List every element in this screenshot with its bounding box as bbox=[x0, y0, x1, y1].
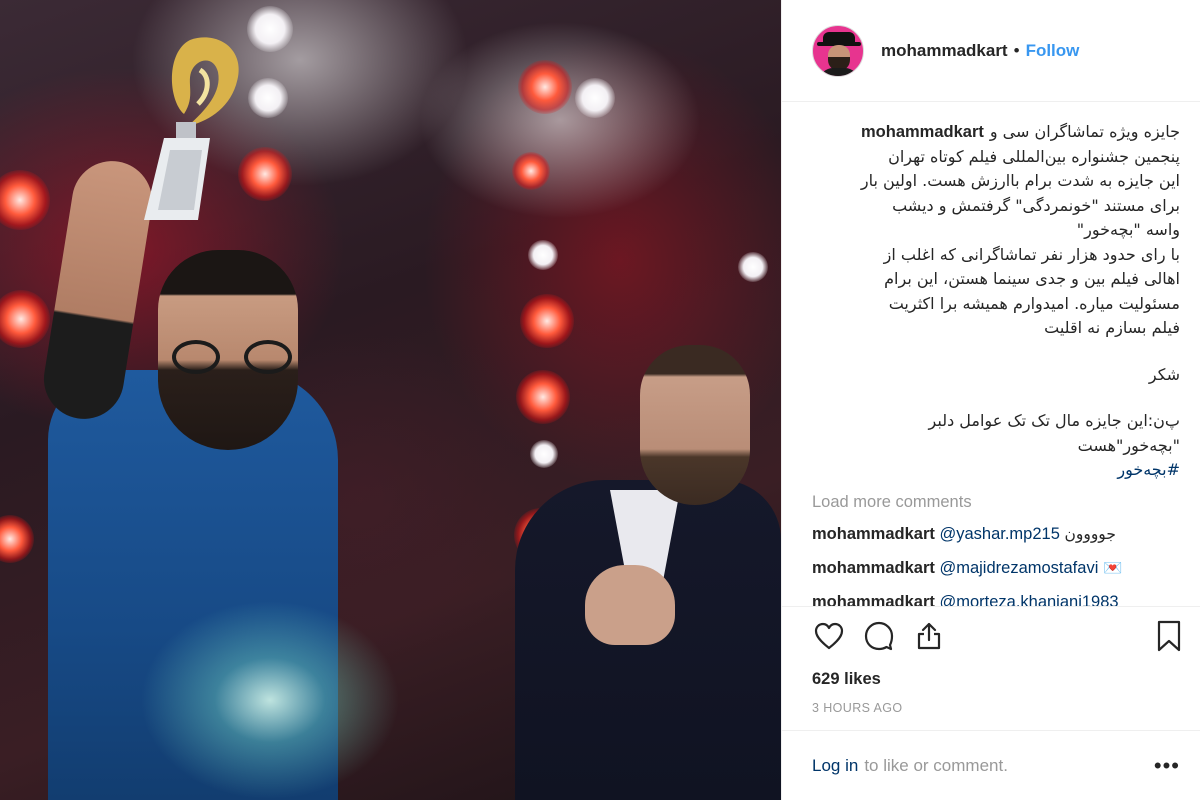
caption-line: این جایزه به شدت برام باارزش هست. اولین … bbox=[860, 171, 1180, 190]
caption-line: مسئولیت میاره. امیدوارم همیشه برا اکثریت bbox=[888, 293, 1180, 313]
stage-light bbox=[738, 252, 768, 282]
caption-hashtag[interactable]: #بچه‌خور bbox=[812, 458, 1180, 483]
follow-button[interactable]: Follow bbox=[1026, 41, 1080, 61]
stage-light bbox=[516, 370, 570, 424]
post-photo[interactable] bbox=[0, 0, 781, 800]
login-bar: Log in to like or comment. ••• bbox=[782, 730, 1200, 800]
caption-line: جایزه ویژه تماشاگران سی و bbox=[989, 122, 1180, 141]
like-button[interactable] bbox=[812, 619, 846, 653]
bookmark-icon bbox=[1157, 620, 1181, 651]
stage-light bbox=[248, 78, 288, 118]
avatar[interactable] bbox=[812, 24, 864, 77]
caption-first-line: mohammadkart جایزه ویژه تماشاگران سی و bbox=[812, 120, 1180, 145]
share-button[interactable] bbox=[912, 619, 946, 653]
stage-light bbox=[530, 440, 558, 468]
stage-light bbox=[528, 240, 558, 270]
stage-light bbox=[518, 60, 572, 114]
lens-flare bbox=[140, 600, 400, 800]
stage-light bbox=[512, 152, 550, 190]
comment-button[interactable] bbox=[862, 619, 896, 653]
caption-username[interactable]: mohammadkart bbox=[861, 120, 984, 145]
caption-thanks: شکر bbox=[1148, 364, 1180, 384]
comment-text: 💌 bbox=[1102, 558, 1123, 577]
comment-icon bbox=[864, 621, 894, 650]
trophy bbox=[144, 37, 239, 220]
share-icon bbox=[917, 622, 941, 649]
host-hands bbox=[585, 565, 675, 645]
post-sidebar: mohammadkart • Follow mohammadkart جایزه… bbox=[781, 0, 1200, 800]
comment-item: mohammadkart @morteza.khanjani1983 bbox=[782, 590, 1180, 607]
comment-mention[interactable]: @yashar.mp215 bbox=[939, 525, 1059, 543]
post-header: mohammadkart • Follow bbox=[782, 0, 1200, 102]
comment-item: mohammadkart @yashar.mp215 جوووون bbox=[782, 522, 1180, 546]
login-link[interactable]: Log in bbox=[812, 756, 858, 776]
caption: mohammadkart جایزه ویژه تماشاگران سی و پ… bbox=[782, 120, 1180, 483]
load-more-comments-button[interactable]: Load more comments bbox=[782, 493, 1180, 512]
caption-line: پنجمین جشنواره بین‌المللی فیلم کوتاه تهر… bbox=[888, 146, 1180, 166]
comment-username[interactable]: mohammadkart bbox=[812, 559, 935, 577]
header-username[interactable]: mohammadkart bbox=[881, 41, 1008, 61]
stage-light bbox=[520, 294, 574, 348]
caption-line: اهالی فیلم بین و جدی سینما هستن، این برا… bbox=[884, 269, 1180, 288]
likes-count[interactable]: 629 likes bbox=[782, 664, 1200, 694]
more-options-icon[interactable]: ••• bbox=[1154, 754, 1180, 777]
caption-line: فیلم بسازم نه اقلیت bbox=[1044, 318, 1180, 337]
comment-mention[interactable]: @morteza.khanjani1983 bbox=[939, 593, 1118, 607]
comment-username[interactable]: mohammadkart bbox=[812, 525, 935, 543]
caption-ps-line: پ‌ن:این جایزه مال تک تک عوامل دلبر bbox=[928, 411, 1180, 430]
caption-line: برای مستند "خونمردگی" گرفتمش و دیشب bbox=[892, 195, 1180, 215]
header-separator: • bbox=[1013, 40, 1020, 60]
comment-username[interactable]: mohammadkart bbox=[812, 593, 935, 607]
heart-icon bbox=[814, 622, 844, 649]
caption-line: واسه "بچه‌خور" bbox=[1076, 220, 1180, 239]
comment-item: mohammadkart @majidrezamostafavi 💌 bbox=[782, 556, 1180, 580]
stage-light bbox=[575, 78, 615, 118]
caption-ps-line: "بچه‌خور"هست bbox=[1077, 435, 1180, 455]
save-button[interactable] bbox=[1152, 619, 1186, 653]
post-timestamp[interactable]: 3 HOURS AGO bbox=[782, 694, 1200, 722]
comment-text: جوووون bbox=[1064, 524, 1116, 543]
glasses bbox=[172, 340, 292, 376]
stage-light bbox=[247, 6, 293, 52]
instagram-post: mohammadkart • Follow mohammadkart جایزه… bbox=[0, 0, 1200, 800]
host-head bbox=[640, 345, 750, 505]
comments-section[interactable]: mohammadkart جایزه ویژه تماشاگران سی و پ… bbox=[782, 102, 1200, 606]
login-prompt-text: to like or comment. bbox=[864, 755, 1008, 775]
action-bar bbox=[782, 606, 1200, 664]
comment-mention[interactable]: @majidrezamostafavi bbox=[939, 559, 1098, 577]
caption-line: با رای حدود هزار نفر تماشاگرانی که اغلب … bbox=[883, 244, 1180, 264]
